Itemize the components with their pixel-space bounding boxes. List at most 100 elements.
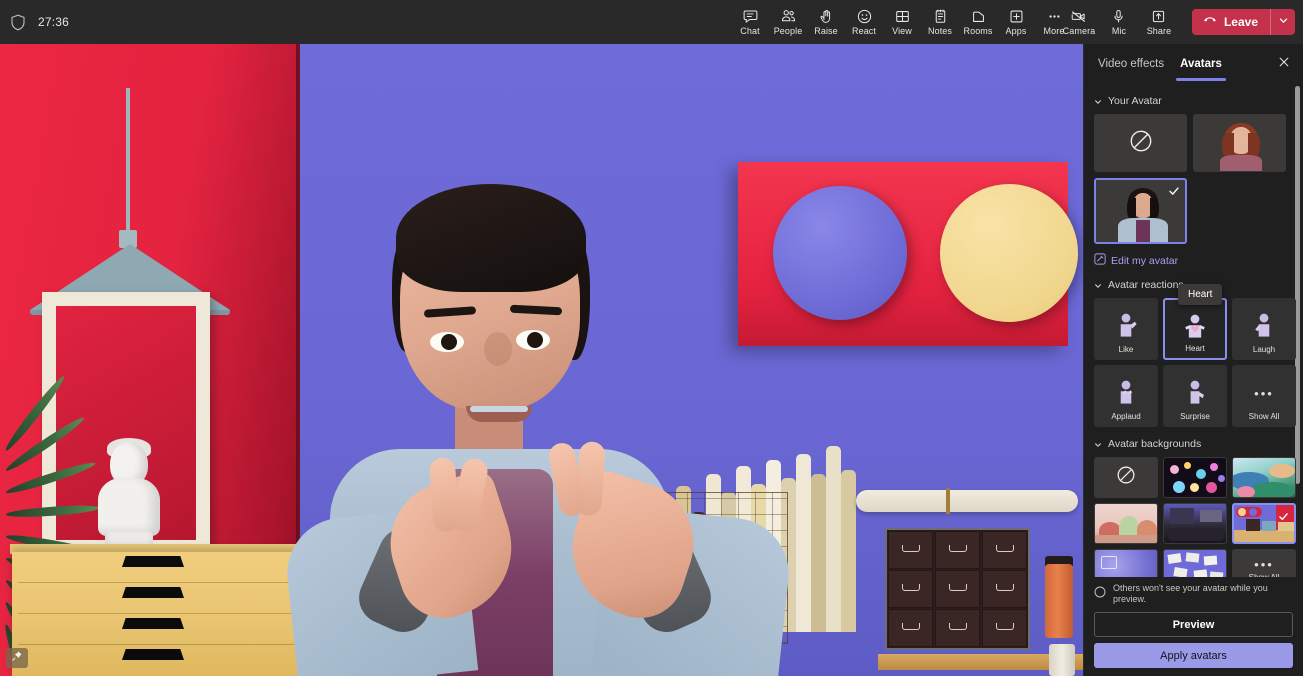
leave-options-caret[interactable]	[1271, 9, 1295, 35]
background-tile-sticky-notes[interactable]	[1163, 549, 1227, 577]
more-ellipsis-icon: •••	[1233, 386, 1295, 401]
toolbar-react-button[interactable]: React	[845, 2, 883, 42]
avatar-tile-1[interactable]	[1193, 114, 1286, 172]
toolbar-view-label: View	[892, 26, 912, 36]
reaction-show-all[interactable]: ••• Show All	[1232, 365, 1296, 427]
chevron-down-icon	[1094, 281, 1102, 289]
toolbar-people-label: People	[774, 26, 803, 36]
reaction-laugh[interactable]: Laugh	[1232, 298, 1296, 360]
call-timer: 27:36	[38, 15, 69, 29]
reaction-surprise-figure	[1164, 375, 1226, 411]
video-stage[interactable]	[0, 44, 1083, 676]
stage-pin-button[interactable]	[6, 648, 28, 668]
background-show-all[interactable]: ••• Show All	[1232, 549, 1296, 577]
your-avatar-grid-row2	[1094, 178, 1293, 244]
toolbar-people-button[interactable]: People	[769, 2, 807, 42]
edit-avatar-icon	[1094, 253, 1106, 268]
toolbar-chat-button[interactable]: Chat	[731, 2, 769, 42]
section-your-avatar-header[interactable]: Your Avatar	[1094, 95, 1293, 107]
avatar-video-scene	[0, 44, 1083, 676]
tab-avatars[interactable]: Avatars	[1172, 48, 1230, 81]
section-your-avatar-title: Your Avatar	[1108, 95, 1162, 107]
section-backgrounds-header[interactable]: Avatar backgrounds	[1094, 438, 1293, 450]
reaction-surprise-label: Surprise	[1180, 412, 1210, 421]
mic-toggle-button[interactable]: Mic	[1100, 2, 1138, 42]
toolbar-left-group: 27:36	[0, 14, 330, 31]
camera-toggle-button[interactable]: Camera	[1060, 2, 1098, 42]
toolbar-raise-button[interactable]: Raise	[807, 2, 845, 42]
leave-label: Leave	[1224, 15, 1258, 29]
checkmark-icon	[1168, 184, 1180, 202]
reaction-applaud-label: Applaud	[1111, 412, 1140, 421]
toolbar-chat-label: Chat	[740, 26, 759, 36]
background-tile-pink-landscape[interactable]	[1094, 503, 1158, 544]
apply-avatars-button[interactable]: Apply avatars	[1094, 643, 1293, 668]
reaction-like[interactable]: Like	[1094, 298, 1158, 360]
chevron-down-icon	[1094, 97, 1102, 105]
preview-button[interactable]: Preview	[1094, 612, 1293, 637]
panel-close-button[interactable]	[1275, 55, 1293, 73]
reaction-surprise[interactable]: Surprise	[1163, 365, 1227, 427]
pendant-lamp-cord	[126, 88, 130, 234]
reaction-show-all-label: Show All	[1249, 412, 1280, 421]
leave-button[interactable]: Leave	[1192, 9, 1271, 35]
chat-icon	[742, 8, 759, 25]
background-tile-red-purple-room[interactable]	[1232, 503, 1296, 544]
pin-icon	[11, 649, 23, 667]
leave-call-group: Leave	[1192, 9, 1295, 35]
rolled-paper	[856, 490, 1078, 512]
checkmark-icon	[1278, 509, 1289, 527]
toolbar-react-label: React	[852, 26, 876, 36]
panel-scroll-area[interactable]: Your Avatar	[1084, 84, 1303, 577]
avatar-tile-none[interactable]	[1094, 114, 1187, 172]
chevron-down-icon	[1094, 440, 1102, 448]
share-screen-button[interactable]: Share	[1140, 2, 1178, 42]
camera-off-icon	[1070, 8, 1087, 25]
background-tile-dark-lounge[interactable]	[1163, 503, 1227, 544]
reactions-grid: Like Heart	[1094, 298, 1293, 427]
section-backgrounds-title: Avatar backgrounds	[1108, 438, 1201, 450]
background-show-all-label: Show All	[1249, 573, 1280, 577]
toolbar-rooms-button[interactable]: Rooms	[959, 2, 997, 42]
avatar-tile-2[interactable]	[1094, 178, 1187, 244]
edit-my-avatar-label: Edit my avatar	[1111, 255, 1178, 267]
tab-video-effects[interactable]: Video effects	[1090, 48, 1172, 81]
purple-disc-decor	[773, 186, 907, 320]
reaction-laugh-label: Laugh	[1253, 345, 1275, 354]
rolled-paper-tie	[946, 488, 950, 514]
toolbar-apps-button[interactable]: Apps	[997, 2, 1035, 42]
background-tile-none[interactable]	[1094, 457, 1158, 498]
reaction-heart[interactable]: Heart	[1163, 298, 1227, 360]
reaction-heart-label: Heart	[1185, 344, 1205, 353]
avatar-pupil-right	[527, 332, 543, 348]
people-icon	[780, 8, 797, 25]
share-label: Share	[1147, 26, 1172, 36]
orange-thermos	[1045, 564, 1073, 638]
background-tile-confetti-lights[interactable]	[1163, 457, 1227, 498]
edit-my-avatar-link[interactable]: Edit my avatar	[1094, 253, 1293, 268]
toolbar-apps-label: Apps	[1006, 26, 1027, 36]
yellow-disc-decor	[940, 184, 1078, 322]
avatar-teeth	[470, 406, 528, 412]
toolbar-rooms-label: Rooms	[963, 26, 992, 36]
classical-bust-statue	[92, 442, 166, 554]
card-catalog-cabinet	[885, 528, 1030, 650]
avatar-nose	[484, 332, 512, 366]
view-grid-icon	[894, 8, 911, 25]
background-tile-abstract-waves[interactable]	[1232, 457, 1296, 498]
preview-notice-text: Others won't see your avatar while you p…	[1113, 583, 1293, 605]
reaction-heart-figure	[1165, 309, 1225, 345]
teams-meeting-window: 27:36 Chat	[0, 0, 1303, 676]
toolbar-view-button[interactable]: View	[883, 2, 921, 42]
backgrounds-grid: ••• Show All	[1094, 457, 1293, 577]
panel-tab-bar: Video effects Avatars	[1084, 44, 1303, 84]
yellow-dresser	[12, 552, 304, 676]
reaction-applaud[interactable]: Applaud	[1094, 365, 1158, 427]
panel-footer: Others won't see your avatar while you p…	[1084, 577, 1303, 676]
toolbar-notes-button[interactable]: Notes	[921, 2, 959, 42]
rooms-icon	[970, 8, 987, 25]
reaction-tooltip: Heart	[1178, 284, 1222, 305]
toolbar-notes-label: Notes	[928, 26, 952, 36]
shield-icon	[10, 14, 26, 31]
background-tile-purple-clouds[interactable]	[1094, 549, 1158, 577]
